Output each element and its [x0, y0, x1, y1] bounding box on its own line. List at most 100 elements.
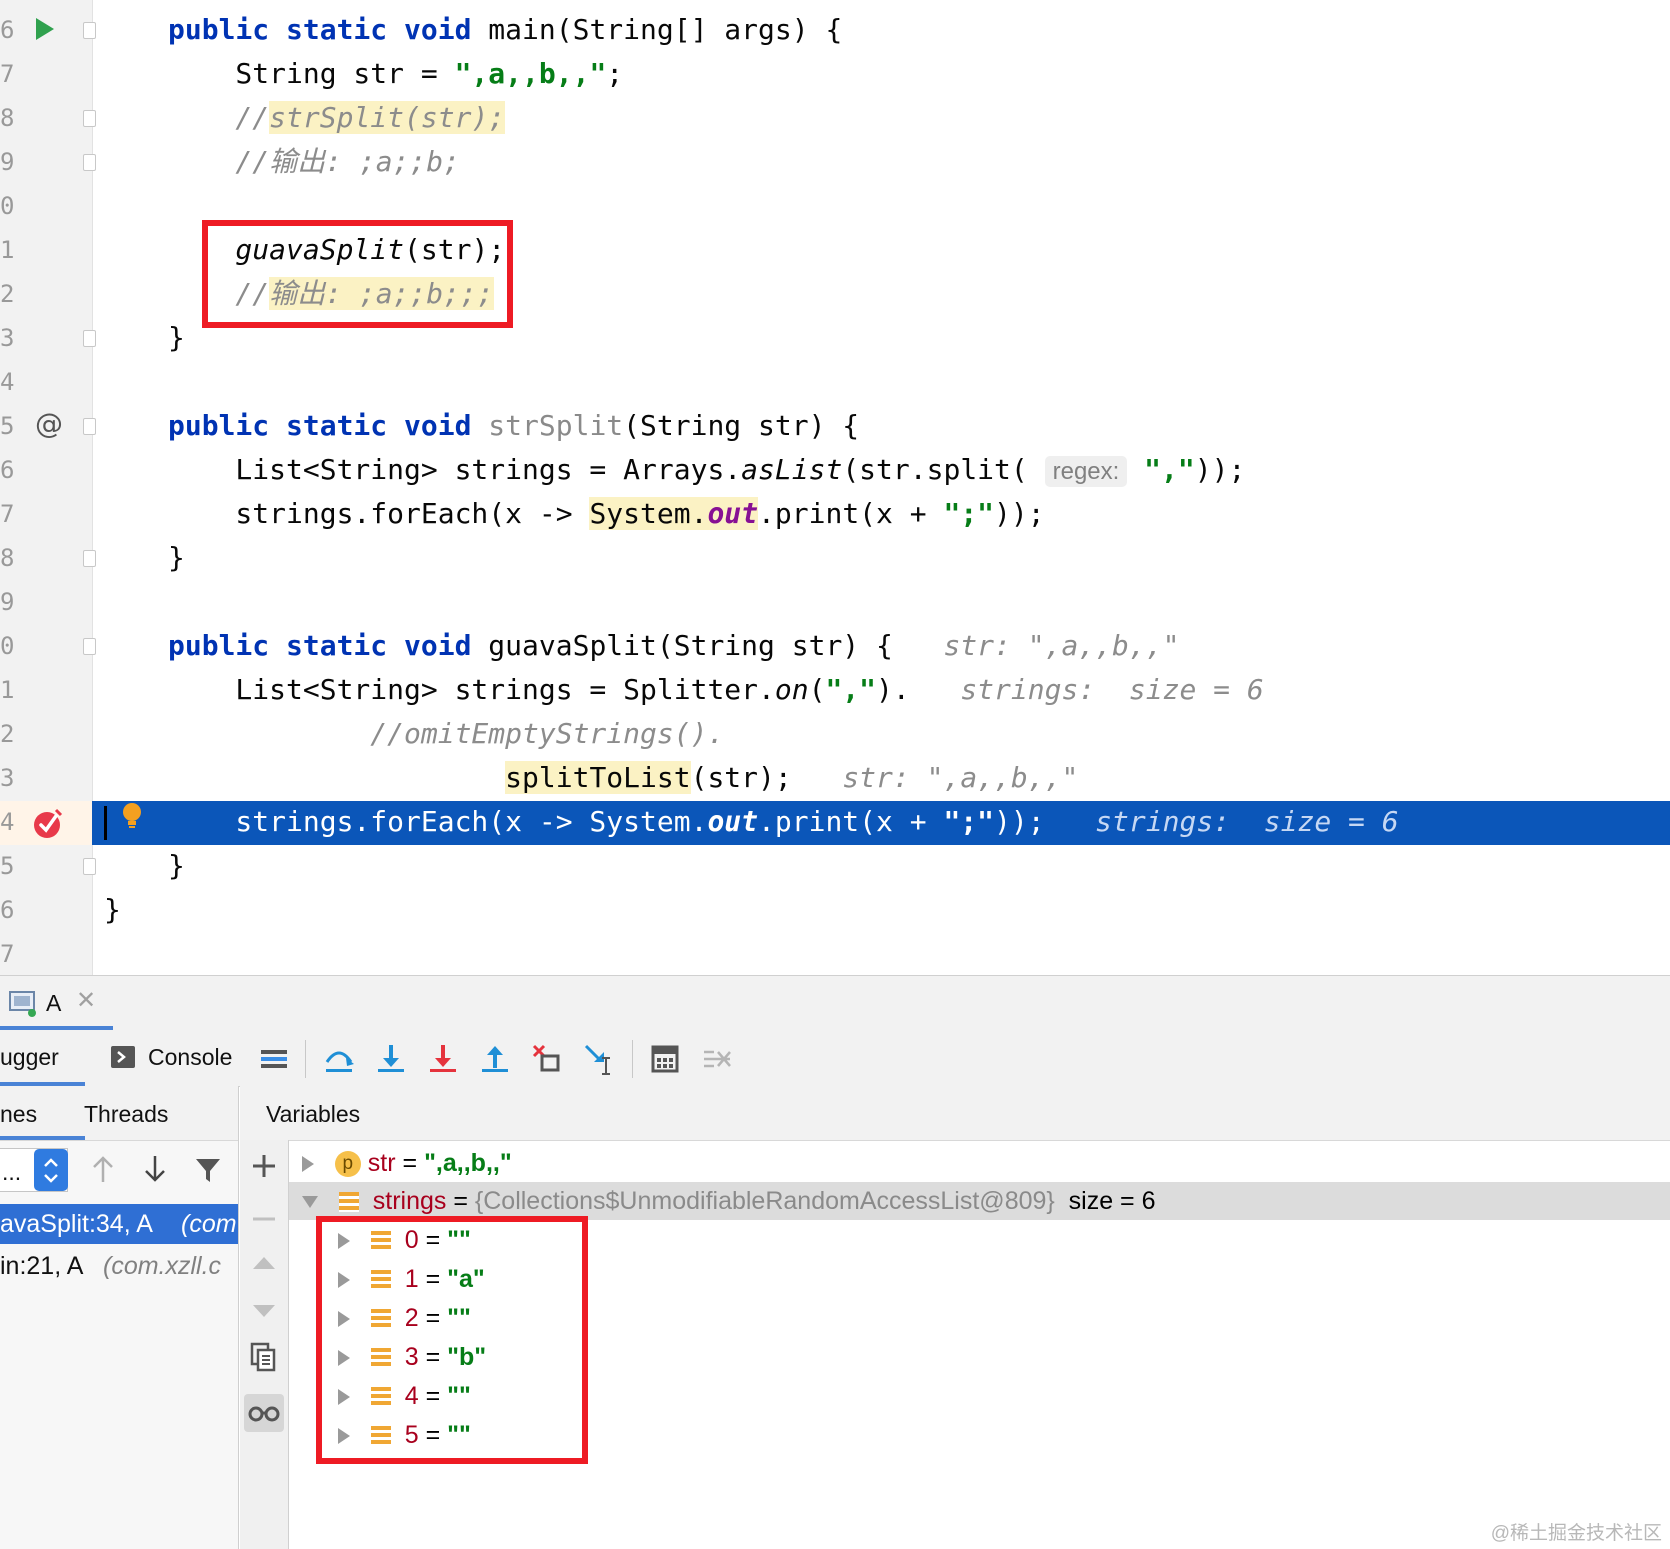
- fold-marker[interactable]: [83, 154, 96, 171]
- breakpoint-icon[interactable]: [32, 806, 66, 844]
- code-line[interactable]: strings.forEach(x -> System.out.print(x …: [168, 492, 1045, 536]
- variables-title: Variables: [266, 1101, 361, 1127]
- code-line[interactable]: //strSplit(str);: [168, 96, 506, 140]
- show-execution-point-icon[interactable]: [257, 1042, 291, 1076]
- line-number: 9: [0, 148, 15, 176]
- toolbar-separator: [632, 1040, 633, 1078]
- code-line[interactable]: //输出: ;a;;b;: [168, 140, 460, 184]
- close-tab-icon[interactable]: ✕: [76, 986, 96, 1014]
- line-number: 2: [0, 280, 15, 308]
- run-to-cursor-icon[interactable]: [582, 1042, 616, 1076]
- frame-row[interactable]: in:21, A (com.xzll.c: [0, 1246, 238, 1286]
- list-field-icon: [338, 1192, 359, 1213]
- step-into-icon[interactable]: [374, 1042, 408, 1076]
- line-number: 0: [0, 632, 15, 660]
- line-number: 6: [0, 456, 15, 484]
- inline-debug-value: strings: size = 6: [909, 673, 1264, 706]
- annotation-highlight-box: [202, 220, 513, 328]
- line-number: 5: [0, 852, 15, 880]
- run-tab-label[interactable]: A: [46, 990, 61, 1017]
- remove-watch-icon[interactable]: [250, 1210, 278, 1229]
- console-tab[interactable]: Console: [148, 1044, 232, 1071]
- run-icon[interactable]: [34, 16, 56, 46]
- code-editor[interactable]: 6 7 8 9 0 1 2 3 4 5 6 7 8 9 0 1 2 3 4 5 …: [0, 0, 1670, 975]
- line-number: 9: [0, 588, 15, 616]
- fold-marker[interactable]: [83, 858, 96, 875]
- code-line[interactable]: public static void main(String[] args) {: [168, 8, 842, 52]
- frames-header: nes Threads: [0, 1086, 238, 1141]
- override-at-icon[interactable]: @: [35, 410, 63, 438]
- code-line[interactable]: }: [104, 888, 121, 932]
- step-over-icon[interactable]: [322, 1042, 356, 1076]
- force-step-into-icon[interactable]: [426, 1042, 460, 1076]
- run-tab-strip: A ✕: [0, 976, 1670, 1031]
- frame-row-selected[interactable]: avaSplit:34, A (com: [0, 1204, 238, 1244]
- line-number: 5: [0, 412, 15, 440]
- debugger-toolbar: ugger Console: [0, 1030, 1670, 1087]
- previous-frame-icon[interactable]: [90, 1154, 116, 1188]
- code-line[interactable]: }: [168, 844, 185, 888]
- filter-icon[interactable]: [194, 1156, 222, 1188]
- line-number: 6: [0, 16, 15, 44]
- evaluate-expression-icon[interactable]: [648, 1042, 682, 1076]
- copy-icon[interactable]: [250, 1342, 278, 1376]
- annotation-highlight-box: [316, 1216, 588, 1464]
- fold-marker[interactable]: [83, 330, 96, 347]
- parameter-hint: regex:: [1044, 456, 1128, 487]
- frames-pane: nes Threads ... avaSplit:34, A (com in:2…: [0, 1086, 239, 1549]
- variables-header: Variables: [240, 1086, 1670, 1141]
- line-number: 8: [0, 544, 15, 572]
- code-line[interactable]: public static void strSplit(String str) …: [168, 404, 859, 448]
- line-number: 6: [0, 896, 15, 924]
- line-number: 8: [0, 104, 15, 132]
- fold-marker[interactable]: [83, 418, 96, 435]
- fold-marker[interactable]: [83, 550, 96, 567]
- intention-bulb-icon[interactable]: [121, 802, 143, 836]
- line-number: 7: [0, 60, 15, 88]
- trace-current-stream-icon[interactable]: [700, 1042, 734, 1076]
- code-line[interactable]: List<String> strings = Splitter.on(",").…: [168, 668, 1264, 712]
- line-number: 3: [0, 764, 15, 792]
- line-number: 3: [0, 324, 15, 352]
- variable-row-str[interactable]: p str = ",a,,b,,": [302, 1144, 512, 1182]
- threads-tab[interactable]: Threads: [84, 1101, 168, 1128]
- code-line[interactable]: }: [168, 316, 185, 360]
- active-subtab-indicator: [0, 1136, 85, 1140]
- code-line[interactable]: public static void guavaSplit(String str…: [168, 624, 1179, 668]
- code-line[interactable]: splitToList(str); str: ",a,,b,,": [168, 756, 1078, 800]
- fold-marker[interactable]: [83, 638, 96, 655]
- drop-frame-icon[interactable]: [530, 1042, 564, 1076]
- debug-tool-window: A ✕ ugger Console nes Threads ... avaSpl…: [0, 975, 1670, 1549]
- debug-config-icon: [8, 988, 38, 1022]
- show-watches-toggle[interactable]: [244, 1394, 284, 1432]
- line-number: 0: [0, 192, 15, 220]
- line-number: 7: [0, 940, 15, 968]
- move-down-icon[interactable]: [250, 1302, 278, 1324]
- code-line[interactable]: String str = ",a,,b,,";: [168, 52, 623, 96]
- variable-row-strings[interactable]: strings = {Collections$UnmodifiableRando…: [302, 1182, 1156, 1220]
- parameter-badge-icon: p: [334, 1151, 361, 1178]
- thread-selector[interactable]: ...: [0, 1148, 68, 1192]
- inline-debug-value: str: ",a,,b,,": [892, 629, 1180, 662]
- current-code-line[interactable]: strings.forEach(x -> System.out.print(x …: [168, 800, 1399, 844]
- fold-marker[interactable]: [83, 110, 96, 127]
- glasses-icon: [248, 1406, 280, 1422]
- expand-arrow-icon[interactable]: [302, 1156, 314, 1173]
- code-line[interactable]: }: [168, 536, 185, 580]
- add-watch-icon[interactable]: [250, 1152, 278, 1184]
- code-line[interactable]: List<String> strings = Arrays.asList(str…: [168, 448, 1245, 492]
- code-line[interactable]: //omitEmptyStrings().: [168, 712, 724, 756]
- next-frame-icon[interactable]: [142, 1154, 168, 1188]
- fold-marker[interactable]: [83, 22, 96, 39]
- line-number: 2: [0, 720, 15, 748]
- watermark: @稀土掘金技术社区: [1490, 1523, 1662, 1544]
- collapse-arrow-icon[interactable]: [302, 1196, 318, 1209]
- debugger-tab[interactable]: ugger: [0, 1044, 59, 1071]
- move-up-icon[interactable]: [250, 1254, 278, 1276]
- frames-tab[interactable]: nes: [0, 1101, 37, 1128]
- toolbar-separator: [305, 1040, 306, 1078]
- line-number: 1: [0, 236, 15, 264]
- step-out-icon[interactable]: [478, 1042, 512, 1076]
- inline-debug-value: strings: size = 6: [1044, 805, 1399, 838]
- line-number: 4: [0, 808, 15, 836]
